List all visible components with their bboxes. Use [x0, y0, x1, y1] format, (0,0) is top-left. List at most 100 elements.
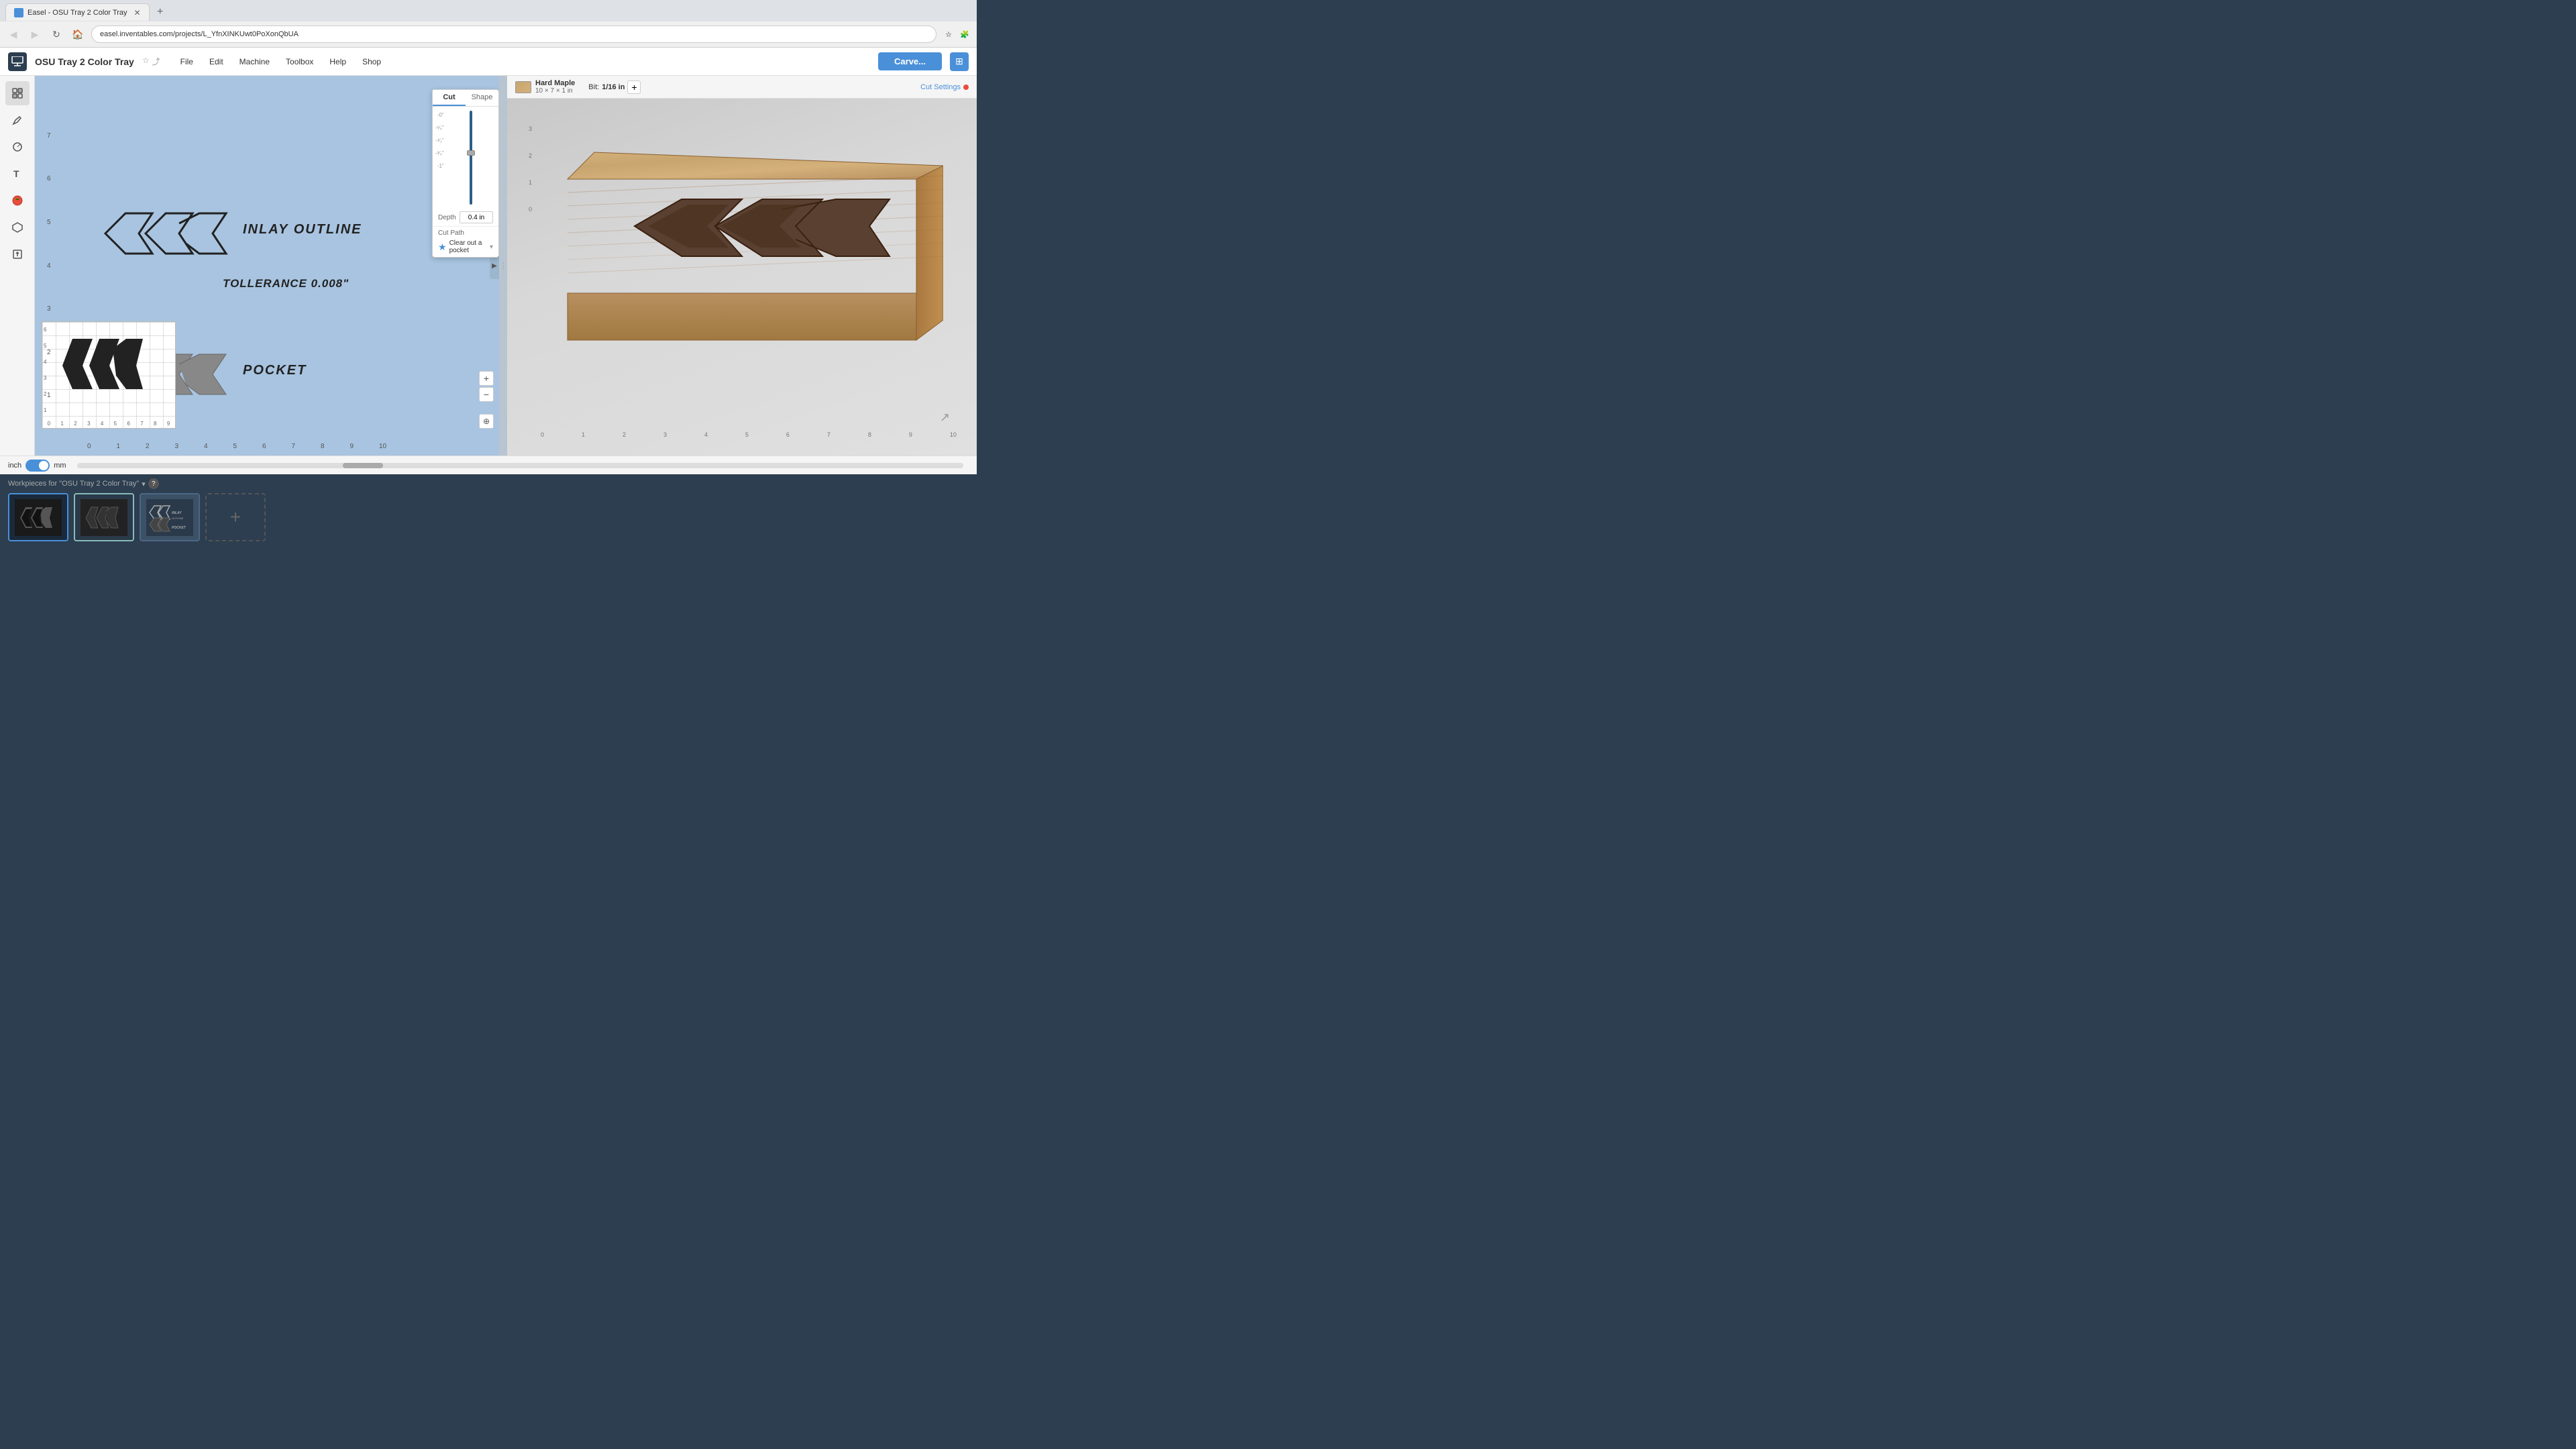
workpieces-text: Workpieces for "OSU Tray 2 Color Tray" [8, 480, 139, 488]
ruler-marks: -0" -¹⁄₄" -¹⁄₂" -³⁄₄" -1" [435, 111, 444, 205]
slider-handle[interactable] [467, 150, 475, 156]
workpiece-3-preview: INLAY OUTLINE POCKET [146, 499, 193, 536]
material-size: 10 × 7 × 1 in [535, 87, 575, 95]
cut-path-option-label: Clear out a pocket [449, 239, 487, 254]
url-bar[interactable]: easel.inventables.com/projects/L_YfnXINK… [91, 25, 936, 43]
home-button[interactable]: 🏠 [70, 26, 86, 42]
reload-button[interactable]: ↻ [48, 26, 64, 42]
share-icon[interactable]: ⤴ [152, 56, 160, 67]
tool-3d[interactable] [5, 215, 30, 239]
browser-chrome: Easel - OSU Tray 2 Color Tray ✕ + ◀ ▶ ↻ … [0, 0, 977, 48]
menu-file[interactable]: File [174, 54, 200, 69]
menu-help[interactable]: Help [323, 54, 353, 69]
material-swatch [515, 81, 531, 93]
bottom-bar: inch mm [0, 455, 977, 474]
cut-path-label: Cut Path [438, 229, 493, 237]
cut-path-dropdown-icon[interactable]: ▾ [490, 244, 493, 251]
material-info: Hard Maple 10 × 7 × 1 in [535, 79, 575, 95]
star-icon[interactable]: ☆ [142, 56, 150, 67]
zoom-out-button[interactable]: − [479, 387, 494, 402]
depth-slider-area: -0" -¹⁄₄" -¹⁄₂" -³⁄₄" -1" [433, 107, 498, 209]
osu-outline-shape[interactable] [92, 207, 239, 274]
view-corner-indicator: ↗ [940, 411, 950, 425]
app-title: OSU Tray 2 Color Tray [35, 56, 134, 67]
workpiece-2[interactable] [74, 493, 134, 541]
mm-label: mm [54, 462, 66, 470]
main-area: T INL [0, 76, 977, 455]
zoom-in-button[interactable]: + [479, 371, 494, 386]
menu-toolbox[interactable]: Toolbox [279, 54, 320, 69]
expand-button[interactable]: ⊞ [950, 52, 969, 71]
canvas-ruler-y: 1234567 [47, 96, 51, 435]
app-header: OSU Tray 2 Color Tray ☆ ⤴ File Edit Mach… [0, 48, 977, 76]
workpieces-label: Workpieces for "OSU Tray 2 Color Tray" ▾… [8, 478, 969, 489]
star-option-icon: ★ [438, 241, 447, 253]
title-icons: ☆ ⤴ [142, 56, 160, 67]
workpiece-1-preview [15, 499, 62, 536]
preview-area: Hard Maple 10 × 7 × 1 in Bit: 1/16 in + … [507, 76, 977, 455]
pocket-label: POCKET [243, 363, 307, 378]
menu-shop[interactable]: Shop [356, 54, 388, 69]
menu-machine[interactable]: Machine [233, 54, 276, 69]
unit-toggle-switch[interactable] [25, 460, 50, 472]
fit-to-screen-button[interactable]: ⊕ [479, 414, 494, 429]
address-bar: ◀ ▶ ↻ 🏠 easel.inventables.com/projects/L… [0, 21, 977, 47]
horizontal-scrollbar[interactable] [77, 463, 963, 468]
tool-circle[interactable] [5, 135, 30, 159]
depth-field: Depth [433, 209, 498, 226]
bit-label: Bit: [588, 83, 599, 91]
forward-button[interactable]: ▶ [27, 26, 43, 42]
inlay-outline-label: INLAY OUTLINE [243, 222, 362, 237]
unit-toggle: inch mm [8, 460, 66, 472]
workpieces-bar: Workpieces for "OSU Tray 2 Color Tray" ▾… [0, 474, 977, 548]
tab-close-button[interactable]: ✕ [134, 8, 141, 17]
workpiece-3[interactable]: INLAY OUTLINE POCKET [140, 493, 200, 541]
tool-pen[interactable] [5, 108, 30, 132]
workpieces-help-icon[interactable]: ? [148, 478, 159, 489]
menu-edit[interactable]: Edit [203, 54, 230, 69]
tool-image[interactable] [5, 189, 30, 213]
cut-panel: Cut Shape -0" -¹⁄₄" -¹⁄₂" -³⁄₄" -1" [432, 89, 499, 258]
cut-settings-button[interactable]: Cut Settings [920, 83, 969, 91]
tab-favicon [14, 8, 23, 17]
tool-import[interactable] [5, 242, 30, 266]
workpiece-2-preview [80, 499, 127, 536]
workpiece-1[interactable] [8, 493, 68, 541]
add-workpiece-button[interactable]: + [205, 493, 266, 541]
extensions-icon[interactable]: 🧩 [958, 28, 971, 41]
svg-text:OUTLINE: OUTLINE [172, 517, 184, 520]
grid-thumbnail: 0123456789 123456 [42, 321, 176, 429]
preview-3d-canvas[interactable]: 012345678910 3210 [507, 99, 977, 455]
cut-settings-alert-dot [963, 85, 969, 90]
scrollbar-thumb[interactable] [343, 463, 383, 468]
workpieces-list: INLAY OUTLINE POCKET + [8, 493, 969, 541]
shape-tab[interactable]: Shape [466, 90, 498, 106]
depth-slider[interactable] [464, 111, 478, 205]
new-tab-button[interactable]: + [152, 4, 168, 20]
slider-track [470, 111, 472, 205]
cut-path-option[interactable]: ★ Clear out a pocket ▾ [438, 239, 493, 254]
canvas-area[interactable]: INLAY OUTLINE TOLLERANCE 0.008" POCKET [35, 76, 499, 455]
depth-input[interactable] [460, 211, 493, 223]
thumbnail-osu-shape [56, 329, 150, 402]
bit-value: 1/16 in [602, 83, 625, 91]
main-divider[interactable]: ⋮ [499, 76, 507, 455]
active-tab[interactable]: Easel - OSU Tray 2 Color Tray ✕ [5, 3, 150, 21]
cut-tab[interactable]: Cut [433, 90, 466, 106]
browser-toolbar-icons: ☆ 🧩 [942, 28, 971, 41]
inch-label: inch [8, 462, 21, 470]
app-logo [8, 52, 27, 71]
back-button[interactable]: ◀ [5, 26, 21, 42]
carve-button[interactable]: Carve... [878, 52, 942, 70]
tab-title: Easel - OSU Tray 2 Color Tray [28, 9, 127, 17]
zoom-controls: + − [479, 371, 494, 402]
bit-plus-button[interactable]: + [627, 80, 641, 94]
workpieces-dropdown-icon[interactable]: ▾ [142, 480, 146, 488]
tool-select[interactable] [5, 81, 30, 105]
tool-text[interactable]: T [5, 162, 30, 186]
toggle-knob [39, 461, 48, 470]
cut-panel-tabs: Cut Shape [433, 90, 498, 107]
tools-sidebar: T [0, 76, 35, 455]
bookmark-icon[interactable]: ☆ [942, 28, 955, 41]
canvas-ruler-x: 012345678910 [62, 443, 412, 450]
